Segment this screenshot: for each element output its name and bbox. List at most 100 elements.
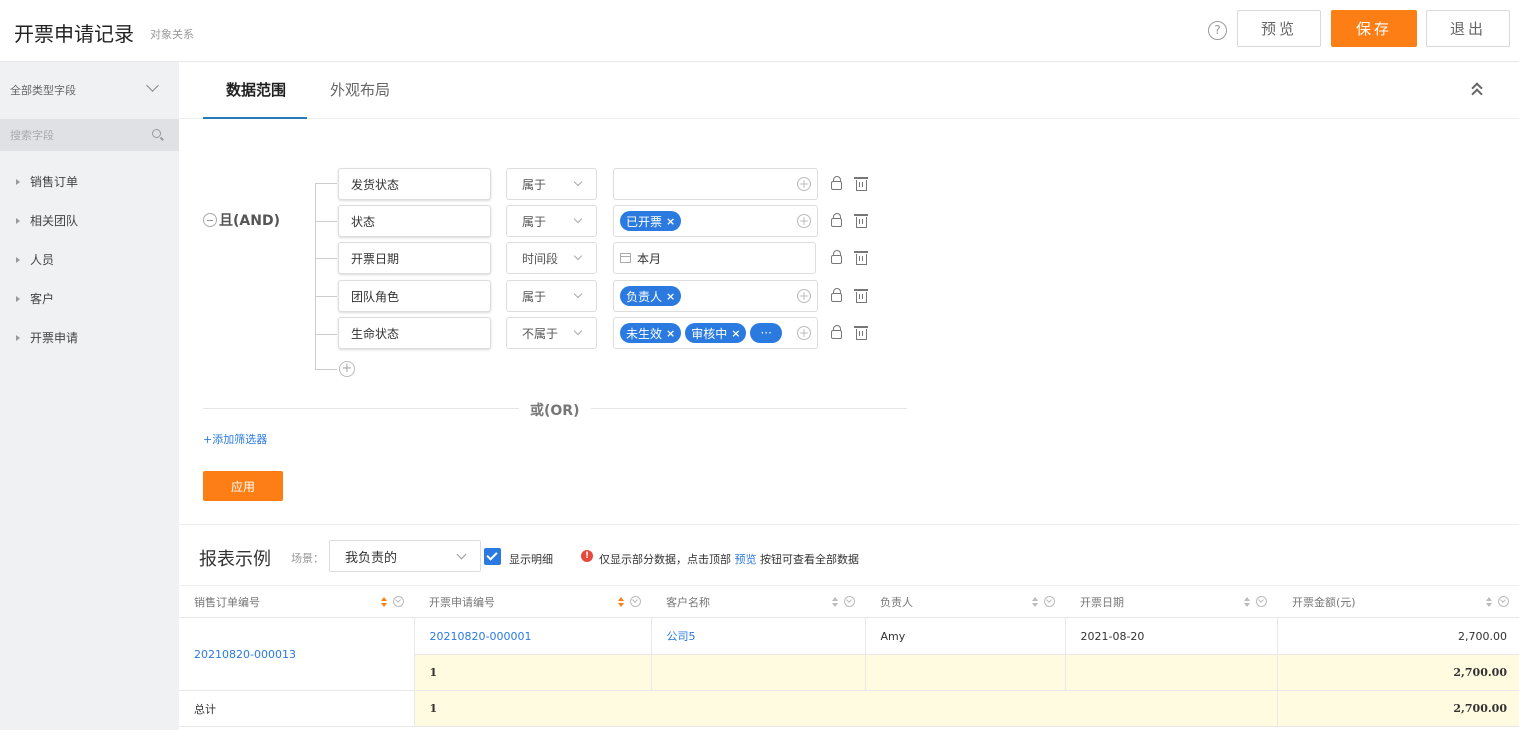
- field-type-select[interactable]: 全部类型字段: [0, 62, 179, 116]
- condition-operator-select[interactable]: 时间段: [506, 242, 597, 274]
- lock-icon[interactable]: [831, 250, 842, 264]
- condition-field[interactable]: 开票日期: [338, 242, 491, 274]
- search-icon[interactable]: [152, 129, 161, 138]
- sort-icon[interactable]: [1243, 596, 1251, 607]
- sort-icon[interactable]: [831, 596, 839, 607]
- trash-icon[interactable]: [854, 214, 868, 228]
- order-number-link[interactable]: 20210820-000013: [194, 648, 296, 661]
- column-header[interactable]: 销售订单编号: [179, 585, 414, 618]
- save-button[interactable]: 保存: [1331, 10, 1417, 47]
- search-input[interactable]: [10, 119, 140, 151]
- close-icon[interactable]: ×: [666, 327, 675, 340]
- total-amount-cell: 2,700.00: [1276, 690, 1519, 727]
- condition-operator-select[interactable]: 属于: [506, 205, 597, 237]
- column-menu-icon[interactable]: [1256, 596, 1267, 607]
- sidebar-item-label: 客户: [30, 292, 55, 306]
- and-group-toggle[interactable]: 且(AND): [203, 210, 280, 230]
- report-preview: 报表示例 场景： 我负责的 显示明细 ! 仅显示部分数据，点击顶部 预览 按钮可…: [179, 524, 1519, 730]
- minus-circle-icon[interactable]: [203, 213, 217, 227]
- condition-value[interactable]: 负责人 × +: [613, 280, 818, 312]
- close-icon[interactable]: ×: [731, 327, 740, 340]
- chevron-down-icon: [146, 79, 159, 92]
- sidebar-item-customer[interactable]: 客户: [0, 279, 179, 318]
- condition-field[interactable]: 生命状态: [338, 317, 491, 349]
- column-header[interactable]: 客户名称: [651, 585, 865, 618]
- plus-circle-icon[interactable]: +: [797, 326, 811, 340]
- lock-icon[interactable]: [831, 325, 842, 339]
- sort-icon[interactable]: [380, 596, 388, 607]
- tab-appearance[interactable]: 外观布局: [330, 79, 390, 100]
- condition-field[interactable]: 发货状态: [338, 168, 491, 200]
- column-menu-icon[interactable]: [630, 596, 641, 607]
- condition-value[interactable]: 未生效 × 审核中 × ··· +: [613, 317, 818, 349]
- total-count-cell: 1: [413, 690, 1278, 727]
- sort-icon[interactable]: [1031, 596, 1039, 607]
- lock-icon[interactable]: [831, 213, 842, 227]
- operator-label: 属于: [522, 177, 547, 192]
- or-label: 或(OR): [530, 403, 580, 419]
- sidebar-item-related-team[interactable]: 相关团队: [0, 201, 179, 240]
- condition-operator-select[interactable]: 属于: [506, 168, 597, 200]
- preview-link[interactable]: 预览: [735, 553, 757, 566]
- sidebar-item-invoice-request[interactable]: 开票申请: [0, 318, 179, 357]
- caret-right-icon: [16, 178, 20, 185]
- customer-link[interactable]: 公司5: [667, 630, 696, 643]
- sidebar-item-personnel[interactable]: 人员: [0, 240, 179, 279]
- apply-button[interactable]: 应用: [203, 471, 283, 501]
- close-icon[interactable]: ×: [666, 290, 675, 303]
- lock-icon[interactable]: [831, 288, 842, 302]
- condition-date-value[interactable]: 本月: [613, 242, 816, 274]
- caret-right-icon: [16, 295, 20, 302]
- value-tag: 已开票 ×: [620, 211, 682, 231]
- sort-icon[interactable]: [617, 596, 625, 607]
- condition-value[interactable]: 已开票 × +: [613, 205, 818, 237]
- add-filter-link[interactable]: +添加筛选器: [203, 431, 267, 447]
- column-header[interactable]: 开票金额(元): [1277, 585, 1519, 618]
- caret-right-icon: [16, 334, 20, 341]
- collapse-up-icon[interactable]: [1471, 82, 1485, 100]
- plus-circle-icon[interactable]: +: [797, 177, 811, 191]
- condition-tree-branch: [315, 183, 337, 184]
- or-divider: [591, 408, 907, 409]
- column-menu-icon[interactable]: [393, 596, 404, 607]
- plus-circle-icon[interactable]: +: [797, 289, 811, 303]
- column-header[interactable]: 开票申请编号: [414, 585, 651, 618]
- column-header[interactable]: 开票日期: [1065, 585, 1277, 618]
- chevron-down-icon: [573, 251, 583, 261]
- condition-operator-select[interactable]: 属于: [506, 280, 597, 312]
- condition-operator-select[interactable]: 不属于: [506, 317, 597, 349]
- scene-select[interactable]: 我负责的: [329, 540, 481, 572]
- condition-field[interactable]: 状态: [338, 205, 491, 237]
- trash-icon[interactable]: [854, 251, 868, 265]
- and-label: 且(AND): [219, 213, 280, 229]
- tab-data-range[interactable]: 数据范围: [226, 79, 286, 100]
- value-tag: 审核中 ×: [685, 323, 747, 343]
- preview-button[interactable]: 预览: [1237, 10, 1321, 47]
- column-menu-icon[interactable]: [844, 596, 855, 607]
- column-menu-icon[interactable]: [1498, 596, 1509, 607]
- lock-icon[interactable]: [831, 176, 842, 190]
- trash-icon[interactable]: [854, 289, 868, 303]
- add-condition-icon[interactable]: +: [339, 361, 355, 377]
- caret-right-icon: [16, 217, 20, 224]
- column-menu-icon[interactable]: [1044, 596, 1055, 607]
- total-row: 总计 1 2,700.00: [179, 690, 1519, 727]
- show-detail-checkbox[interactable]: [484, 548, 501, 565]
- operator-label: 属于: [522, 289, 547, 304]
- close-icon[interactable]: ×: [666, 215, 675, 228]
- plus-circle-icon[interactable]: +: [797, 214, 811, 228]
- caret-right-icon: [16, 256, 20, 263]
- trash-icon[interactable]: [854, 326, 868, 340]
- exit-button[interactable]: 退出: [1426, 10, 1510, 47]
- report-title: 报表示例: [199, 549, 271, 570]
- trash-icon[interactable]: [854, 177, 868, 191]
- invoice-number-link[interactable]: 20210820-000001: [430, 630, 532, 643]
- condition-value[interactable]: +: [613, 168, 818, 200]
- sort-icon[interactable]: [1485, 596, 1493, 607]
- more-tags-badge[interactable]: ···: [750, 323, 782, 343]
- condition-field[interactable]: 团队角色: [338, 280, 491, 312]
- sidebar-item-sales-order[interactable]: 销售订单: [0, 162, 179, 201]
- help-icon[interactable]: ?: [1208, 21, 1227, 40]
- tag-label: 审核中: [691, 326, 728, 341]
- column-header[interactable]: 负责人: [865, 585, 1065, 618]
